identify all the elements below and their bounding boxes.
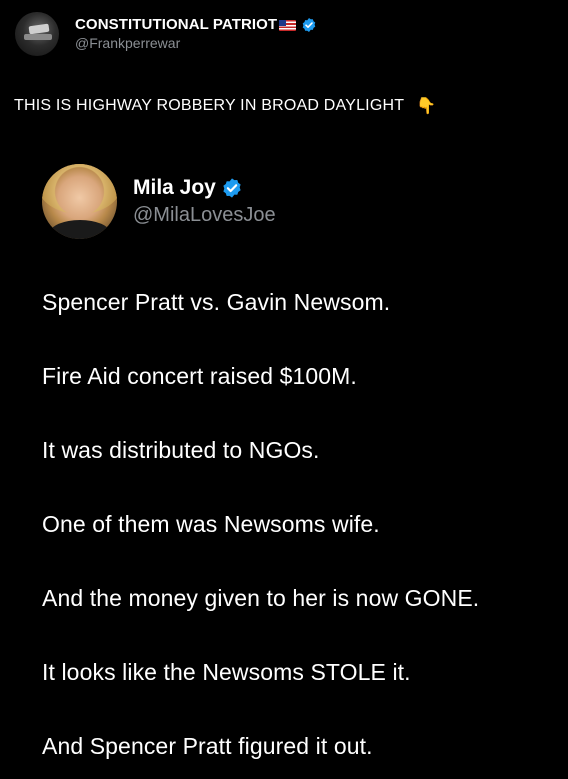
pointing-down-emoji-icon: 👇 [416,98,437,115]
author-block: CONSTITUTIONAL PATRIOT @Frankperrewar [75,16,317,52]
quoted-author-handle[interactable]: @MilaLovesJoe [133,203,276,228]
quoted-author-name[interactable]: Mila Joy [133,175,216,201]
quoted-post-header: Mila Joy @MilaLovesJoe [42,164,276,239]
verified-badge-icon [223,178,241,198]
quoted-avatar-shirt [50,220,110,239]
quoted-line: It looks like the Newsoms STOLE it. [42,659,411,685]
verified-badge-icon [302,18,316,33]
avatar[interactable] [15,12,59,56]
author-name[interactable]: CONSTITUTIONAL PATRIOT [75,16,277,34]
quoted-line: It was distributed to NGOs. [42,437,320,463]
post-header: CONSTITUTIONAL PATRIOT @Frankperrewar [15,12,317,56]
quoted-line: And the money given to her is now GONE. [42,585,480,611]
quoted-author-block: Mila Joy @MilaLovesJoe [133,175,276,228]
post-text: THIS IS HIGHWAY ROBBERY IN BROAD DAYLIGH… [14,96,436,116]
quoted-line: Spencer Pratt vs. Gavin Newsom. [42,289,391,315]
post-text-body: THIS IS HIGHWAY ROBBERY IN BROAD DAYLIGH… [14,97,405,114]
quoted-line: One of them was Newsoms wife. [42,511,380,537]
quoted-line: And Spencer Pratt figured it out. [42,733,373,759]
quoted-avatar-hair [42,164,117,214]
avatar-shape [28,23,50,35]
quoted-line: Fire Aid concert raised $100M. [42,363,357,389]
author-handle[interactable]: @Frankperrewar [75,35,317,52]
us-flag-icon [279,19,297,31]
author-name-row[interactable]: CONSTITUTIONAL PATRIOT [75,16,317,34]
avatar-shape-2 [24,34,52,40]
quoted-avatar[interactable] [42,164,117,239]
quoted-author-name-row[interactable]: Mila Joy [133,175,276,201]
